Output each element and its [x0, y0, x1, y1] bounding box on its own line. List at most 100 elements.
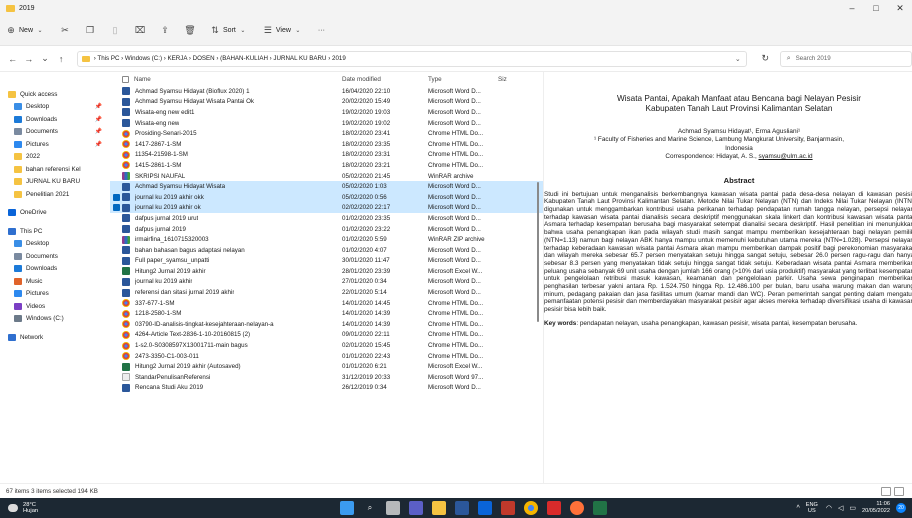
file-row[interactable]: Wisata-eng new edit1 19/02/2020 19:03 Micr… — [110, 107, 543, 118]
file-row[interactable]: Wisata-eng new 19/02/2020 19:02 Microsoft … — [110, 118, 543, 129]
row-checkbox[interactable] — [113, 204, 120, 212]
file-row[interactable]: dafpus jurnal 2019 urut 01/02/2020 23:35 M… — [110, 213, 543, 224]
file-row[interactable]: 1417-2867-1-SM 18/02/2020 23:35 Chrome HTM… — [110, 139, 543, 150]
sidebar-item[interactable]: Documents — [0, 250, 110, 263]
clock[interactable]: 11:06 20/05/2022 — [862, 501, 890, 515]
chat-icon[interactable] — [409, 501, 423, 515]
sidebar-item[interactable]: Desktop — [0, 238, 110, 251]
sidebar-item[interactable]: Windows (C:) — [0, 313, 110, 326]
sidebar-item[interactable]: Music — [0, 275, 110, 288]
sidebar-item[interactable]: Network — [0, 331, 110, 344]
file-row[interactable]: 337-677-1-SM 14/01/2020 14:45 Chrome HTML … — [110, 298, 543, 309]
sidebar-item[interactable]: Penelitian 2021 — [0, 188, 110, 201]
minimize-button[interactable]: – — [840, 0, 864, 16]
language-indicator[interactable]: ENG US — [806, 502, 818, 514]
sidebar-item[interactable]: bahan referensi Kel — [0, 163, 110, 176]
file-row[interactable]: Achmad Syamsu Hidayat Wisata Pantai Ok 20… — [110, 97, 543, 108]
sidebar-item[interactable]: This PC — [0, 225, 110, 238]
chevron-down-icon[interactable]: ⌄ — [735, 55, 741, 63]
column-name[interactable]: Name — [110, 75, 342, 83]
file-row[interactable]: Full paper_syamsu_unpatti 30/01/2020 11:4… — [110, 256, 543, 267]
file-row[interactable]: irmairfina_1610715320003 01/02/2020 5:59 W… — [110, 234, 543, 245]
file-row[interactable]: journal ku 2019 akhir 27/01/2020 0:34 Micr… — [110, 277, 543, 288]
close-button[interactable]: ✕ — [888, 0, 912, 16]
chevron-up-icon[interactable]: ^ — [796, 505, 799, 512]
file-row[interactable]: 4264-Article Text-2836-1-10-20160815 (2)… — [110, 330, 543, 341]
chrome-icon[interactable] — [524, 501, 538, 515]
volume-icon[interactable]: ◁ — [838, 504, 843, 512]
sidebar-item[interactable]: 2022 — [0, 151, 110, 164]
search-box[interactable]: ⌕ Search 2019 — [779, 50, 912, 67]
sidebar-item[interactable]: Pictures — [0, 288, 110, 301]
sidebar-item[interactable]: Pictures 📌 — [0, 138, 110, 151]
pdf-icon[interactable] — [547, 501, 561, 515]
file-row[interactable]: Achmad Syamsu Hidayat Wisata 05/02/2020 1… — [110, 181, 543, 192]
file-row[interactable]: 1415-2861-1-SM 18/02/2020 23:21 Chrome HTM… — [110, 160, 543, 171]
vertical-scrollbar[interactable] — [537, 182, 539, 322]
cut-button[interactable]: ✂ — [60, 25, 73, 36]
notification-badge[interactable]: 20 — [896, 503, 906, 513]
select-all-checkbox[interactable] — [122, 75, 129, 83]
delete-button[interactable]: 🗑 — [184, 25, 198, 36]
excel-icon[interactable] — [593, 501, 607, 515]
file-row[interactable]: Prosiding-Senari-2015 18/02/2020 23:41 Chr… — [110, 128, 543, 139]
battery-icon[interactable]: ▭ — [849, 504, 856, 512]
row-checkbox[interactable] — [113, 193, 120, 201]
sidebar-item[interactable]: Documents 📌 — [0, 126, 110, 139]
view-button[interactable]: ☰ View ⌄ — [263, 25, 306, 36]
file-row[interactable]: 11354-21598-1-SM 18/02/2020 23:31 Chrome H… — [110, 150, 543, 161]
refresh-button[interactable]: ↻ — [757, 53, 774, 64]
file-row[interactable]: Rencana Studi Aku 2019 26/12/2019 0:34 Mic… — [110, 383, 543, 394]
back-button[interactable]: ← — [6, 54, 19, 64]
share-button[interactable]: ⇪ — [160, 25, 173, 36]
maximize-button[interactable]: □ — [864, 0, 888, 16]
column-size[interactable]: Siz — [498, 76, 528, 83]
file-row[interactable]: journal ku 2019 akhir ok 02/02/2020 22:17… — [110, 202, 543, 214]
file-row[interactable]: Hitung2 Jurnal 2019 akhir (Autosaved) 01/… — [110, 361, 543, 372]
recent-locations-button[interactable]: ⌄ — [38, 53, 51, 64]
sidebar-item[interactable]: Downloads 📌 — [0, 113, 110, 126]
firefox-icon[interactable] — [570, 501, 584, 515]
start-icon[interactable] — [340, 501, 354, 515]
details-view-button[interactable] — [881, 486, 891, 496]
sort-button[interactable]: ⇅ Sort ⌄ — [210, 25, 251, 36]
file-row[interactable]: 1-s2.0-S0308597X13001711-main bagus 02/01… — [110, 340, 543, 351]
file-row[interactable]: dafpus jurnal 2019 01/02/2020 23:22 Micros… — [110, 224, 543, 235]
word-icon[interactable] — [455, 501, 469, 515]
file-row[interactable]: journal ku 2019 akhir okk 05/02/2020 0:56… — [110, 191, 543, 203]
outlook-icon[interactable] — [478, 501, 492, 515]
paste-button[interactable]: ▯ — [110, 25, 123, 36]
file-row[interactable]: Achmad Syamsu Hidayat (Bioflux 2020) 1 16… — [110, 86, 543, 97]
file-explorer-icon[interactable] — [432, 501, 446, 515]
forward-button[interactable]: → — [22, 54, 35, 64]
sidebar-item[interactable]: Downloads — [0, 263, 110, 276]
file-row[interactable]: referensi dan sitasi jurnal 2019 akhir 22… — [110, 287, 543, 298]
file-row[interactable]: 1218-2580-1-SM 14/01/2020 14:39 Chrome HTM… — [110, 308, 543, 319]
search-icon[interactable]: ⌕ — [363, 501, 377, 515]
new-button[interactable]: ⊕ New ⌄ — [6, 25, 48, 36]
file-row[interactable]: SKRIPSI NAUFAL 05/02/2020 21:45 WinRAR arc… — [110, 171, 543, 182]
more-button[interactable]: ··· — [318, 27, 325, 34]
address-bar[interactable]: › This PC › Windows (C:) › KERJA › DOSEN… — [76, 50, 747, 67]
sidebar-item[interactable]: JURNAL KU BARU — [0, 176, 110, 189]
sidebar-item[interactable]: Desktop 📌 — [0, 101, 110, 114]
copy-button[interactable]: ❐ — [85, 25, 98, 36]
up-button[interactable]: ↑ — [55, 54, 68, 64]
file-row[interactable]: 03790-ID-analisis-tingkat-kesejahteraan-… — [110, 319, 543, 330]
sidebar-item[interactable]: OneDrive — [0, 207, 110, 220]
file-row[interactable]: Hitung2 Jurnal 2019 akhir 28/01/2020 23:3… — [110, 266, 543, 277]
tiles-view-button[interactable] — [894, 486, 904, 496]
sidebar-item[interactable]: Videos — [0, 300, 110, 313]
app-icon[interactable] — [501, 501, 515, 515]
column-type[interactable]: Type — [428, 76, 498, 83]
wifi-icon[interactable]: ◠ — [826, 504, 832, 512]
sidebar-item[interactable]: Quick access — [0, 88, 110, 101]
doc-email-link[interactable]: syamsu@ulm.ac.id — [759, 153, 813, 160]
weather-widget[interactable]: 28°C Hujan — [8, 502, 38, 515]
task-view-icon[interactable] — [386, 501, 400, 515]
file-row[interactable]: 2473-3350-C1-003-011 01/01/2020 22:43 Chro… — [110, 351, 543, 362]
file-row[interactable]: bahan bahasan bagus adaptasi nelayan 01/0… — [110, 245, 543, 256]
column-date[interactable]: Date modified — [342, 76, 428, 83]
file-row[interactable]: StandarPenulisanReferensi 31/12/2019 20:3… — [110, 372, 543, 383]
rename-button[interactable]: ⌧ — [135, 25, 148, 36]
